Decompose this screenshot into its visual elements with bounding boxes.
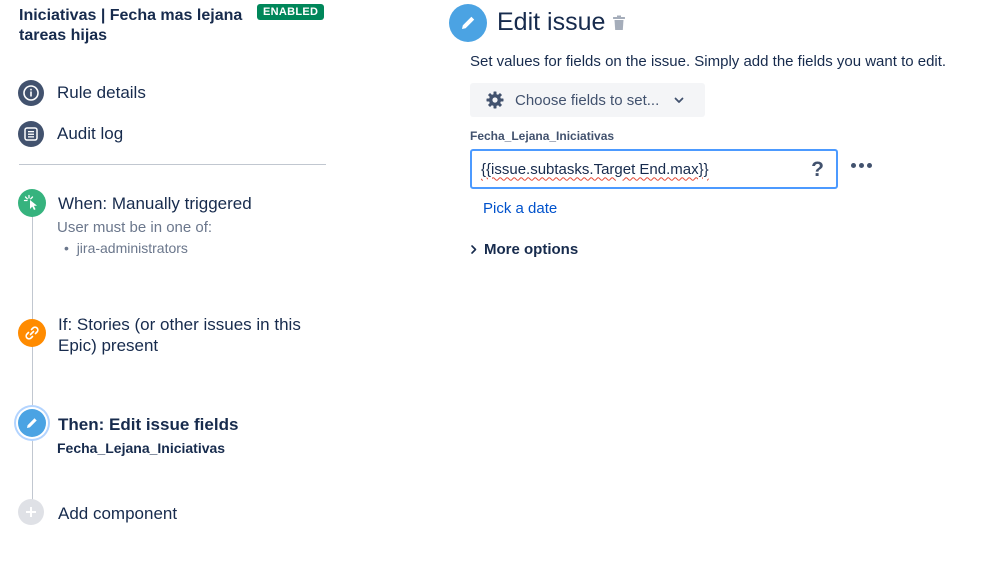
condition-title-line1: If: Stories (or other issues in this [58, 315, 301, 334]
trigger-step-title[interactable]: When: Manually triggered [58, 193, 252, 214]
chevron-right-icon [470, 244, 478, 256]
condition-step-title[interactable]: If: Stories (or other issues in this Epi… [58, 314, 301, 356]
trash-icon[interactable] [612, 15, 626, 36]
choose-fields-button[interactable]: Choose fields to set... [470, 83, 705, 117]
chevron-down-icon [673, 94, 685, 106]
trigger-group-name: jira-administrators [76, 240, 188, 256]
info-icon [18, 80, 44, 106]
gear-icon [485, 90, 505, 110]
trigger-step-subtitle: User must be in one of: [57, 219, 213, 236]
more-options-label: More options [484, 241, 579, 258]
pencil-icon [449, 4, 487, 42]
list-icon [18, 121, 44, 147]
more-options-toggle[interactable]: More options [470, 241, 578, 258]
action-step-title[interactable]: Then: Edit issue fields [58, 414, 238, 435]
trigger-step-bullet: • jira-administrators [64, 240, 188, 256]
status-badge: ENABLED [257, 4, 325, 20]
nav-rule-details[interactable]: Rule details [18, 80, 146, 106]
pencil-icon[interactable] [18, 409, 46, 437]
rule-title: Iniciativas | Fecha mas lejana tareas hi… [19, 7, 243, 44]
add-component-button[interactable]: Add component [58, 503, 177, 524]
pick-date-link[interactable]: Pick a date [483, 200, 557, 217]
field-value-text: {{issue.subtasks.Target End.max}} [481, 160, 709, 178]
nav-rule-details-label: Rule details [57, 83, 146, 102]
editor-title: Edit issue [497, 8, 606, 36]
link-icon[interactable] [18, 319, 46, 347]
timeline-line [32, 210, 33, 500]
condition-title-line2: Epic) present [58, 336, 159, 355]
plus-icon[interactable] [18, 499, 44, 525]
more-dots-icon[interactable] [851, 163, 872, 168]
editor-description: Set values for fields on the issue. Simp… [470, 53, 947, 70]
action-step-subtitle: Fecha_Lejana_Iniciativas [57, 440, 226, 456]
field-label: Fecha_Lejana_Iniciativas [470, 129, 615, 143]
cursor-click-icon[interactable] [18, 189, 46, 217]
field-value-input[interactable]: {{issue.subtasks.Target End.max}} ? [470, 149, 838, 189]
choose-fields-label: Choose fields to set... [515, 91, 660, 109]
divider [19, 164, 326, 165]
nav-audit-log[interactable]: Audit log [18, 121, 123, 147]
nav-audit-log-label: Audit log [57, 124, 124, 143]
help-icon[interactable]: ? [811, 158, 824, 182]
